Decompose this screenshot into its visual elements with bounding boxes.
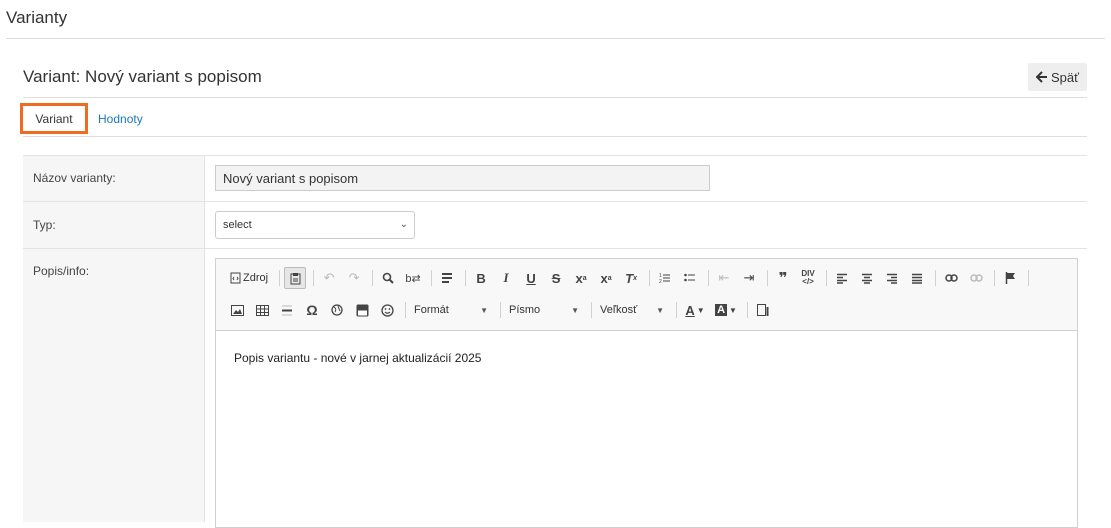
row-divider <box>23 248 1087 249</box>
editor-toolbar: Zdroj ↶ ↷ b⇄ B I U S x a x a T x 1 2 ⇤ ⇥… <box>216 259 1077 331</box>
toolbar-separator <box>405 302 406 318</box>
chevron-down-icon: ⌄ <box>399 219 408 230</box>
toolbar-separator <box>935 270 937 286</box>
maximize-icon[interactable] <box>752 299 774 321</box>
undo-icon[interactable]: ↶ <box>318 267 340 289</box>
special-char-icon[interactable]: Ω <box>301 299 323 321</box>
tab-variant[interactable]: Variant <box>20 103 88 134</box>
row-divider <box>23 201 1087 202</box>
toolbar-separator <box>649 270 651 286</box>
divider <box>6 38 1105 39</box>
horizontal-line-icon[interactable] <box>276 299 298 321</box>
subscript-icon[interactable]: xa <box>570 267 592 289</box>
caret-down-icon: ▼ <box>656 305 664 315</box>
underline-icon[interactable]: U <box>520 267 542 289</box>
globe-icon[interactable] <box>326 299 348 321</box>
divider <box>23 136 1087 137</box>
strikethrough-icon[interactable]: S <box>545 267 567 289</box>
select-all-icon[interactable] <box>436 267 458 289</box>
description-label: Popis/info: <box>33 264 90 278</box>
link-icon[interactable] <box>940 267 962 289</box>
italic-icon[interactable]: I <box>495 267 517 289</box>
outdent-icon[interactable]: ⇤ <box>713 267 735 289</box>
format-dropdown-label: Formát <box>414 304 449 316</box>
type-select[interactable]: select ⌄ <box>215 211 415 239</box>
table-icon[interactable] <box>251 299 273 321</box>
tab-hodnoty[interactable]: Hodnoty <box>98 112 143 126</box>
indent-icon[interactable]: ⇥ <box>738 267 760 289</box>
caret-down-icon: ▼ <box>571 305 579 315</box>
blockquote-icon[interactable]: ❞ <box>772 267 794 289</box>
div-icon[interactable]: DIV </> <box>797 267 819 289</box>
font-dropdown[interactable]: Písmo ▼ <box>505 299 585 321</box>
toolbar-separator <box>708 270 710 286</box>
format-dropdown[interactable]: Formát ▼ <box>410 299 494 321</box>
justify-icon[interactable] <box>906 267 928 289</box>
toolbar-separator <box>591 302 592 318</box>
superscript-icon[interactable]: xa <box>595 267 617 289</box>
svg-text:2: 2 <box>659 279 662 284</box>
numbered-list-icon[interactable]: 12 <box>654 267 676 289</box>
align-center-icon[interactable] <box>856 267 878 289</box>
find-icon[interactable] <box>377 267 399 289</box>
font-dropdown-label: Písmo <box>509 304 541 316</box>
back-button-label: Späť <box>1050 69 1079 85</box>
background-color-icon[interactable]: A ▼ <box>712 299 740 321</box>
toolbar-separator <box>500 302 501 318</box>
size-dropdown[interactable]: Veľkosť ▼ <box>596 299 670 321</box>
toolbar-separator <box>767 270 769 286</box>
toolbar-separator <box>465 270 467 286</box>
emoji-icon[interactable] <box>376 299 398 321</box>
toolbar-separator <box>826 270 828 286</box>
variant-form: Názov varianty: Nový variant s popisom T… <box>23 155 1087 528</box>
source-button[interactable]: Zdroj <box>226 267 272 289</box>
text-color-icon[interactable]: A ▼ <box>681 299 709 321</box>
youtube-icon[interactable] <box>351 299 373 321</box>
image-icon[interactable] <box>226 299 248 321</box>
unlink-icon[interactable] <box>965 267 987 289</box>
toolbar-separator <box>372 270 374 286</box>
label-column <box>23 155 205 522</box>
paste-icon[interactable] <box>284 267 307 289</box>
editor-content[interactable]: Popis variantu - nové v jarnej aktualizá… <box>234 351 481 365</box>
divider <box>23 97 1087 98</box>
toolbar-separator <box>279 270 281 286</box>
name-label: Názov varianty: <box>33 171 116 185</box>
redo-icon[interactable]: ↷ <box>343 267 365 289</box>
toolbar-separator <box>313 270 315 286</box>
type-label: Typ: <box>33 218 56 232</box>
caret-down-icon: ▼ <box>480 305 488 315</box>
rich-text-editor: Zdroj ↶ ↷ b⇄ B I U S x a x a T x 1 2 ⇤ ⇥… <box>215 258 1078 528</box>
bulleted-list-icon[interactable] <box>679 267 701 289</box>
toolbar-separator <box>747 302 748 318</box>
page-title: Varianty <box>6 8 68 27</box>
name-input[interactable]: Nový variant s popisom <box>215 165 710 191</box>
anchor-flag-icon[interactable] <box>999 267 1021 289</box>
size-dropdown-label: Veľkosť <box>600 304 638 316</box>
type-select-value: select <box>223 219 252 231</box>
source-label: Zdroj <box>243 272 269 284</box>
replace-icon[interactable]: b⇄ <box>402 267 424 289</box>
bold-icon[interactable]: B <box>470 267 492 289</box>
source-icon <box>230 272 241 284</box>
toolbar-separator <box>431 270 433 286</box>
back-button[interactable]: Späť <box>1028 63 1087 91</box>
toolbar-separator <box>676 302 677 318</box>
card-title: Variant: Nový variant s popisom <box>23 67 262 86</box>
align-left-icon[interactable] <box>831 267 853 289</box>
row-divider <box>23 155 1087 156</box>
align-right-icon[interactable] <box>881 267 903 289</box>
arrow-left-icon <box>1035 71 1048 83</box>
toolbar-separator <box>994 270 996 286</box>
remove-format-icon[interactable]: Tx <box>620 267 642 289</box>
toolbar-separator <box>1028 270 1030 286</box>
